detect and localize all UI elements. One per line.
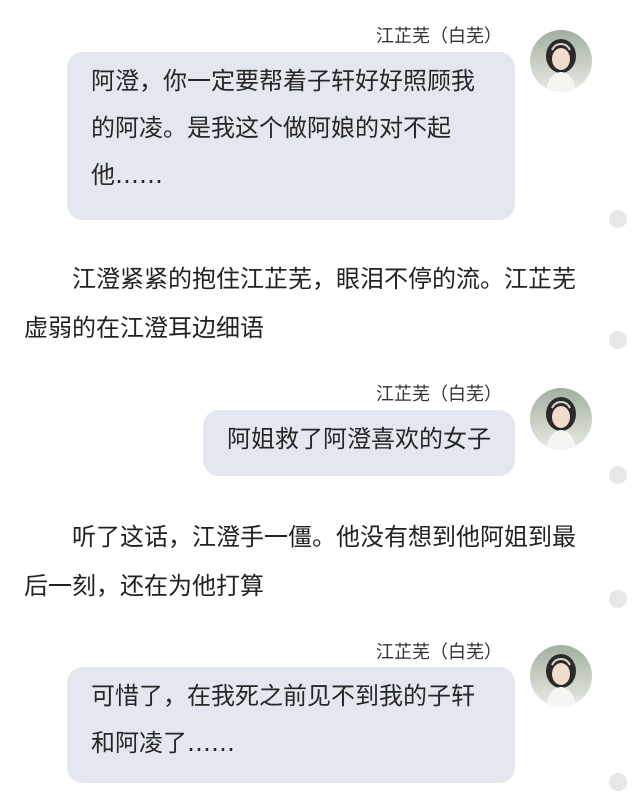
message-bubble: 可惜了，在我死之前见不到我的子轩和阿凌了…… [67, 667, 515, 783]
avatar[interactable] [530, 388, 592, 450]
message-bubble: 阿澄，你一定要帮着子轩好好照顾我的阿凌。是我这个做阿娘的对不起他…… [67, 52, 515, 220]
speaker-name: 江芷芜（白芜） [376, 642, 502, 663]
scroll-dot [609, 773, 627, 791]
scroll-dot [609, 466, 627, 484]
speaker-name: 江芷芜（白芜） [376, 26, 502, 47]
message-bubble: 阿姐救了阿澄喜欢的女子 [203, 410, 515, 476]
message-text: 阿姐救了阿澄喜欢的女子 [227, 425, 491, 453]
scroll-dot [609, 590, 627, 608]
narration-paragraph: 江澄紧紧的抱住江芷芜，眼泪不停的流。江芷芜虚弱的在江澄耳边细语 [24, 265, 576, 342]
message-text: 可惜了，在我死之前见不到我的子轩和阿凌了…… [91, 682, 475, 757]
narration-paragraph: 听了这话，江澄手一僵。他没有想到他阿姐到最后一刻，还在为他打算 [24, 523, 576, 600]
message-text: 阿澄，你一定要帮着子轩好好照顾我的阿凌。是我这个做阿娘的对不起他…… [91, 67, 475, 189]
avatar[interactable] [530, 645, 592, 707]
scroll-dot [609, 210, 627, 228]
scroll-dot [609, 331, 627, 349]
avatar[interactable] [530, 30, 592, 92]
speaker-name: 江芷芜（白芜） [376, 384, 502, 405]
